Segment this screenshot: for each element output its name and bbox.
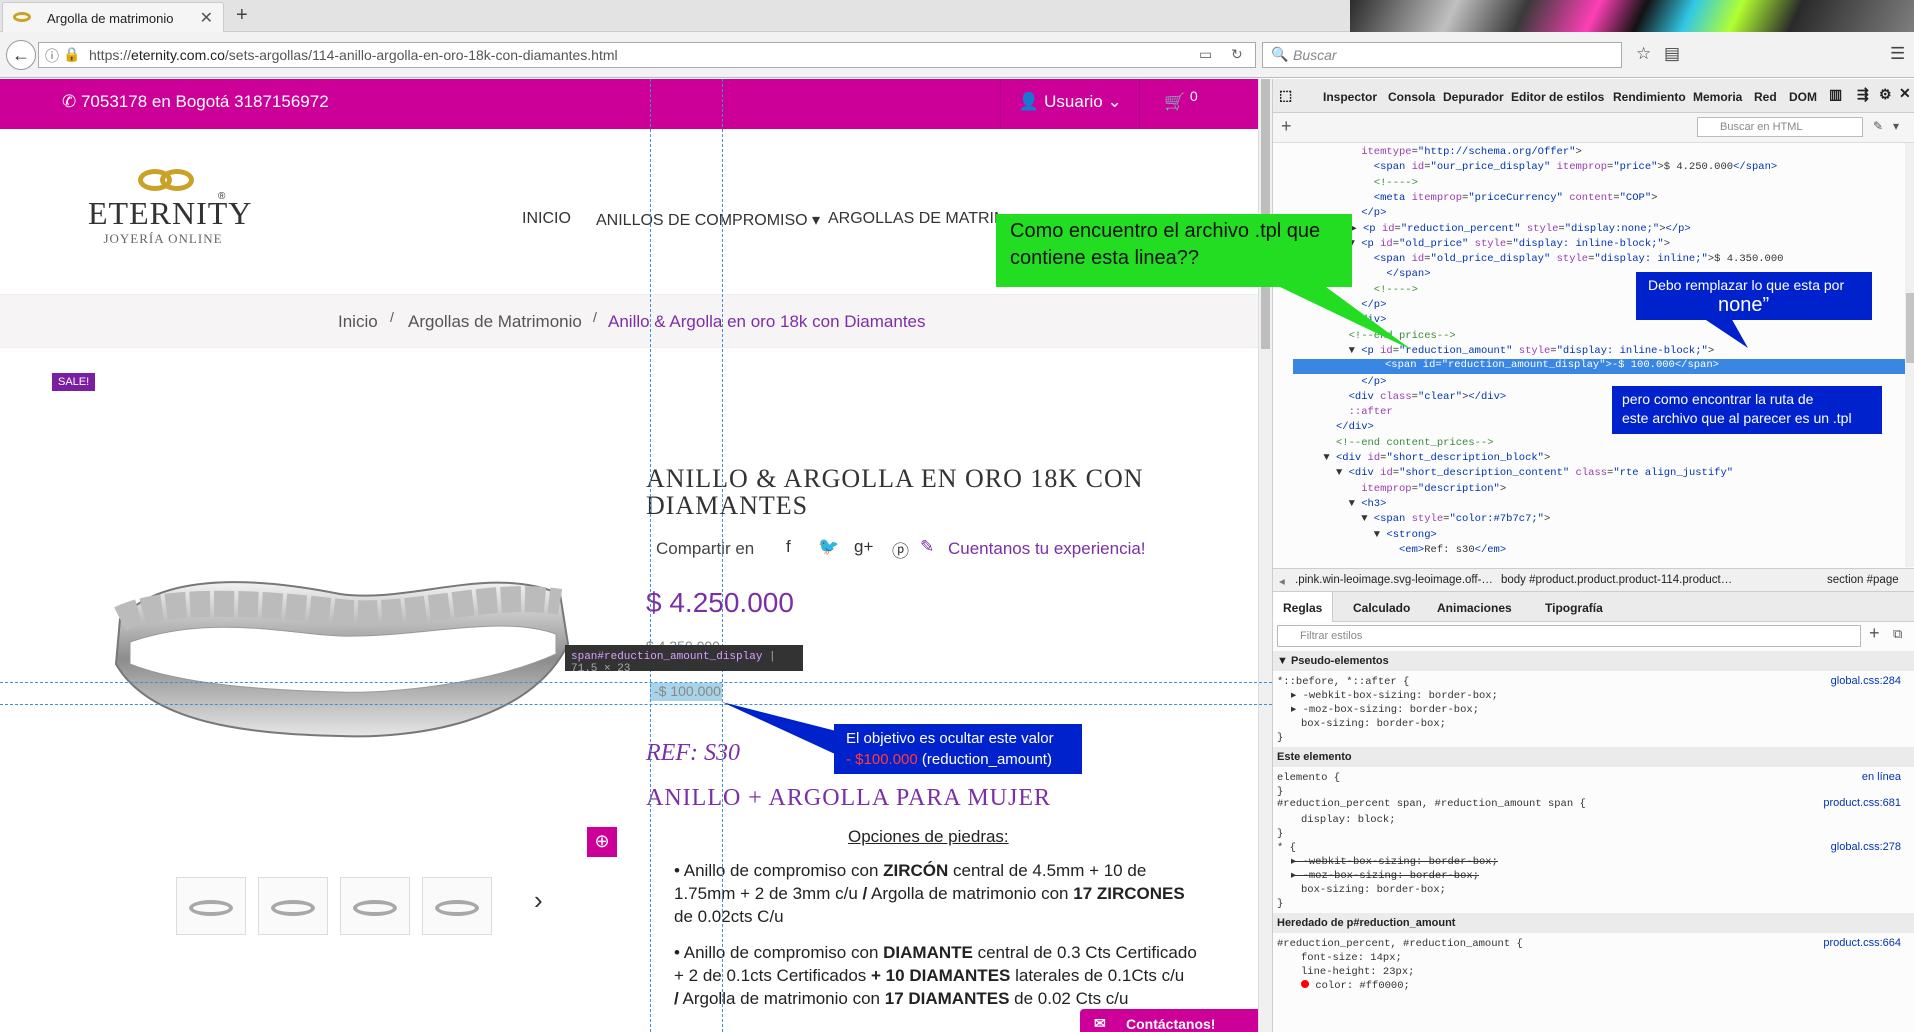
annotation-line: este archivo que al parecer es un .tpl: [1622, 410, 1852, 426]
annotation-replace-note: Debo remplazar lo que esta por none”: [1636, 272, 1872, 320]
annotation-line: none”: [1718, 294, 1770, 316]
annotation-value: - $100.000: [846, 751, 918, 768]
annotation-line: - $100.000 (reduction_amount): [846, 749, 1082, 770]
annotation-line: El objetivo es ocultar este valor: [846, 730, 1054, 747]
annotation-arrows: [722, 287, 1748, 760]
annotation-tail: (reduction_amount): [917, 751, 1052, 768]
annotation-line: Debo remplazar lo que esta por: [1648, 277, 1845, 293]
annotation-line: pero como encontrar la ruta de: [1622, 391, 1814, 407]
annotation-objective: El objetivo es ocultar este valor - $100.…: [834, 724, 1082, 774]
annotation-path-question: pero como encontrar la ruta de este archi…: [1612, 386, 1882, 434]
annotation-green-question: Como encuentro el archivo .tpl que conti…: [996, 214, 1352, 287]
